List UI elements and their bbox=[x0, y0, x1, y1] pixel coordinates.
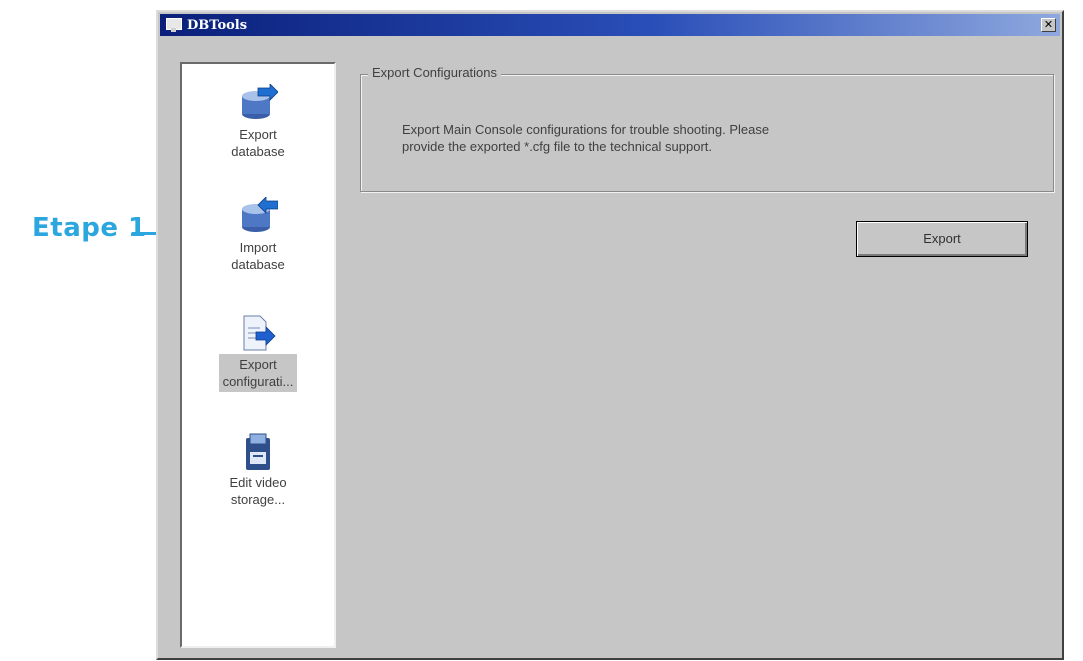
export-database-icon bbox=[238, 83, 279, 124]
video-storage-icon bbox=[242, 432, 274, 472]
sidebar-item-label: Import database bbox=[231, 240, 285, 272]
callout-label: Etape 1 bbox=[32, 213, 147, 243]
group-title: Export Configurations bbox=[368, 65, 502, 80]
close-button[interactable]: ✕ bbox=[1041, 18, 1056, 32]
sidebar-item-label: Edit video storage... bbox=[229, 475, 287, 507]
sidebar-item-edit-video-storage[interactable]: Edit video storage... bbox=[182, 432, 334, 510]
group-description: Export Main Console configurations for t… bbox=[402, 122, 770, 154]
sidebar-item-label: Export database bbox=[231, 127, 285, 159]
sidebar-item-export-configurations[interactable]: Export configurati... bbox=[182, 314, 334, 392]
dbtools-window: DBTools ✕ Export database Import databas… bbox=[156, 10, 1064, 660]
import-database-icon bbox=[238, 196, 279, 237]
sidebar-item-import-database[interactable]: Import database bbox=[182, 196, 334, 275]
sidebar-item-export-database[interactable]: Export database bbox=[182, 83, 334, 162]
monitor-icon bbox=[166, 18, 182, 32]
export-config-icon bbox=[240, 314, 276, 354]
title-bar[interactable]: DBTools ✕ bbox=[160, 14, 1060, 36]
window-title: DBTools bbox=[187, 17, 248, 33]
sidebar-item-label: Export configurati... bbox=[218, 354, 298, 392]
export-button[interactable]: Export bbox=[856, 221, 1028, 257]
sidebar: Export database Import database Export c… bbox=[180, 62, 336, 648]
